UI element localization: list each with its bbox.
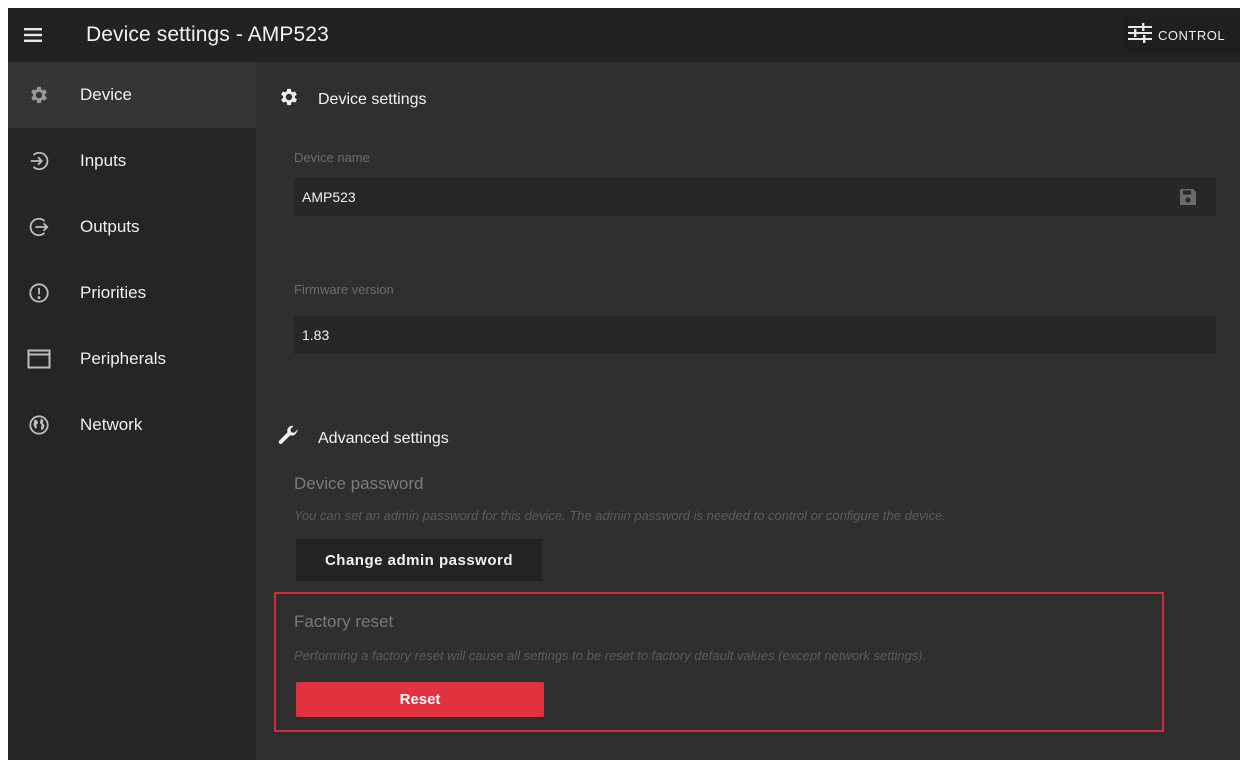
firmware-version-field: 1.83 (294, 316, 1216, 354)
gear-icon (8, 84, 76, 106)
output-arrow-icon (8, 216, 76, 238)
sidebar-item-outputs[interactable]: Outputs (8, 194, 256, 260)
main-content: Device settings Device name AMP523 Firmw… (256, 62, 1240, 760)
sidebar-item-label: Device (80, 85, 132, 104)
control-label: CONTROL (1158, 27, 1226, 43)
alert-circle-icon (8, 282, 76, 304)
sidebar: Device Inputs Outputs Priorities Periphe… (8, 62, 256, 760)
gear-icon (278, 86, 300, 113)
top-bar: Device settings - AMP523 CONTROL (8, 8, 1240, 62)
sidebar-item-label: Network (80, 415, 143, 434)
sidebar-item-label: Peripherals (80, 349, 166, 368)
window-icon (8, 349, 76, 369)
control-button[interactable]: CONTROL (1122, 16, 1240, 54)
sidebar-item-label: Outputs (80, 217, 140, 236)
input-arrow-icon (8, 150, 76, 172)
device-name-label: Device name (294, 150, 370, 165)
factory-reset-title: Factory reset (294, 612, 394, 631)
change-admin-password-button[interactable]: Change admin password (296, 539, 542, 581)
sidebar-item-peripherals[interactable]: Peripherals (8, 326, 256, 392)
reset-button[interactable]: Reset (296, 682, 544, 717)
sliders-icon (1128, 22, 1152, 49)
hamburger-menu-icon[interactable] (8, 8, 58, 62)
wrench-icon (276, 424, 300, 453)
app-window: Device settings - AMP523 CONTROL Device (8, 8, 1240, 760)
device-name-value: AMP523 (302, 189, 356, 205)
firmware-version-value: 1.83 (302, 327, 330, 343)
device-password-title: Device password (294, 474, 424, 493)
firmware-version-label: Firmware version (294, 282, 394, 297)
sidebar-item-label: Priorities (80, 283, 147, 302)
factory-reset-description: Performing a factory reset will cause al… (294, 648, 927, 663)
advanced-settings-header: Advanced settings (276, 424, 449, 453)
floppy-disk-icon[interactable] (1178, 187, 1198, 210)
section-title: Advanced settings (318, 429, 449, 447)
globe-icon (8, 414, 76, 436)
sidebar-item-network[interactable]: Network (8, 392, 256, 458)
sidebar-item-label: Inputs (80, 151, 127, 170)
page-title: Device settings - AMP523 (86, 23, 329, 46)
section-title: Device settings (318, 90, 427, 108)
device-password-description: You can set an admin password for this d… (294, 508, 946, 523)
device-settings-header: Device settings (278, 86, 427, 113)
sidebar-item-inputs[interactable]: Inputs (8, 128, 256, 194)
sidebar-item-priorities[interactable]: Priorities (8, 260, 256, 326)
sidebar-item-device[interactable]: Device (8, 62, 256, 128)
device-name-field[interactable]: AMP523 (294, 178, 1216, 216)
